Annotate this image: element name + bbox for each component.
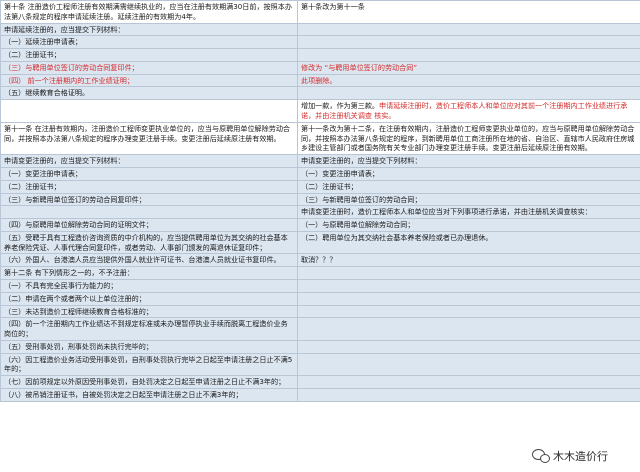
revised-clause-cell [297, 317, 640, 341]
original-clause-cell: （四）与原聘用单位解除劳动合同的证明文件； [0, 218, 298, 232]
table-row: （一）延续注册申请表； [0, 35, 640, 50]
original-clause-cell: 第十二条 有下列情形之一的，不予注册： [0, 266, 298, 280]
table-row: 申请变更注册时，造价工程师本人和单位应当对下列事项进行承诺，并由注册机关调查核实… [0, 205, 640, 220]
revised-clause-cell [297, 35, 640, 50]
table-row: （四）前一个注册期内工作业绩达不到规定标准或未办理暂停执业手续而脱离工程造价业务… [0, 317, 640, 341]
original-clause-cell: （三）与聘用单位签订的劳动合同复印件； [0, 60, 298, 75]
revised-clause-cell [297, 388, 640, 402]
table-row: 增加一款，作为第三款。申请延续注册时，造价工程师本人和单位应对其前一个注册期内工… [0, 99, 640, 123]
table-row: （三）未达到造价工程师继续教育合格标准的； [0, 304, 640, 319]
revised-clause-cell [297, 86, 640, 101]
revised-clause-cell: 修改为 “与聘用单位签订的劳动合同” [297, 60, 640, 75]
comparison-table: 第十条 注册造价工程师注册有效期满需继续执业的，应当在注册有效期满30日前，按照… [0, 0, 640, 402]
revised-clause-cell: 第十一条改为第十二条，在注册有效期内，注册造价工程师变更执业单位的，应当与原聘用… [297, 121, 640, 156]
original-clause-cell: （五）继续教育合格证明。 [0, 86, 298, 101]
original-clause-cell: 申请延续注册的，应当提交下列材料： [0, 22, 298, 37]
original-clause-cell: （三）与新聘用单位签订的劳动合同复印件； [0, 192, 298, 207]
revised-clause-cell [297, 291, 640, 306]
table-row: （七）因前项规定以外原因受刑事处罚，自处罚决定之日起至申请注册之日止不满3年的； [0, 375, 640, 389]
revised-clause-cell: 此项删除。 [297, 73, 640, 88]
revised-clause-cell: （一）变更注册申请表； [297, 166, 640, 181]
original-clause-cell: （六）外国人、台港澳人员应当提供外国人就业许可证书、台港澳人员就业证书复印件。 [0, 253, 298, 268]
table-row: （一）不具有完全民事行为能力的； [0, 278, 640, 293]
table-row: （四）与原聘用单位解除劳动合同的证明文件； （一）与原聘用单位解除劳动合同； [0, 218, 640, 232]
revised-clause-cell: （三）与新聘用单位签订的劳动合同； [297, 192, 640, 207]
original-clause-cell: （一）变更注册申请表； [0, 166, 298, 181]
table-row: （六）外国人、台港澳人员应当提供外国人就业许可证书、台港澳人员就业证书复印件。取… [0, 253, 640, 268]
original-clause-cell: （八）被吊销注册证书，自被处罚决定之日起至申请注册之日止不满3年的； [0, 388, 298, 402]
original-clause-cell: （二）申请在两个或者两个以上单位注册的； [0, 291, 298, 306]
revised-clause-cell [297, 22, 640, 37]
revised-clause-cell [297, 266, 640, 280]
original-clause-cell [0, 99, 298, 123]
revised-clause-cell [297, 339, 640, 354]
table-row: （二）注册证书； [0, 48, 640, 62]
revised-clause-cell: 申请变更注册的，应当提交下列材料： [297, 154, 640, 168]
revised-clause-cell: 增加一款，作为第三款。申请延续注册时，造价工程师本人和单位应对其前一个注册期内工… [297, 99, 640, 123]
table-row: 第十二条 有下列情形之一的，不予注册： [0, 266, 640, 280]
watermark: 木木造价行 [532, 448, 608, 464]
revised-clause-cell: 取消？？？ [297, 253, 640, 268]
revised-clause-cell [297, 48, 640, 62]
wechat-icon [532, 449, 550, 463]
original-clause-cell: （四）前一个注册期内工作业绩达不到规定标准或未办理暂停执业手续而脱离工程造价业务… [0, 317, 298, 341]
revised-clause-cell: （一）与原聘用单位解除劳动合同； [297, 218, 640, 232]
revised-clause-segment: 增加一款，作为第三款。 [301, 101, 380, 111]
table-row: 申请变更注册的，应当提交下列材料： 申请变更注册的，应当提交下列材料： [0, 154, 640, 168]
original-clause-cell: （一）延续注册申请表； [0, 35, 298, 50]
table-row: （三）与新聘用单位签订的劳动合同复印件； （三）与新聘用单位签订的劳动合同； [0, 192, 640, 207]
original-clause-cell: （二）注册证书； [0, 179, 298, 194]
original-clause-cell: 第十条 注册造价工程师注册有效期满需继续执业的，应当在注册有效期满30日前，按照… [0, 0, 298, 24]
revised-clause-cell [297, 278, 640, 293]
original-clause-cell: （六）因工程造价业务活动受刑事处罚，自刑事处罚执行完毕之日起至申请注册之日止不满… [0, 352, 298, 377]
original-clause-cell: （二）注册证书； [0, 48, 298, 62]
table-row: （五）继续教育合格证明。 [0, 86, 640, 101]
revised-clause-cell: 申请变更注册时，造价工程师本人和单位应当对下列事项进行承诺，并由注册机关调查核实… [297, 205, 640, 220]
table-row: （三）与聘用单位签订的劳动合同复印件； 修改为 “与聘用单位签订的劳动合同” [0, 60, 640, 75]
table-row: （二）注册证书； （二）注册证书； [0, 179, 640, 194]
table-row: （五）受刑事处罚，刑事处罚尚未执行完毕的； [0, 339, 640, 354]
revised-clause-cell: 第十条改为第十一条 [297, 0, 640, 24]
table-row: （八）被吊销注册证书，自被处罚决定之日起至申请注册之日止不满3年的； [0, 388, 640, 402]
table-row: 第十条 注册造价工程师注册有效期满需继续执业的，应当在注册有效期满30日前，按照… [0, 0, 640, 24]
table-row: （二）申请在两个或者两个以上单位注册的； [0, 291, 640, 306]
original-clause-cell: （七）因前项规定以外原因受刑事处罚，自处罚决定之日起至申请注册之日止不满3年的； [0, 375, 298, 389]
table-row: 申请延续注册的，应当提交下列材料： [0, 22, 640, 37]
revised-clause-cell: （二）注册证书； [297, 179, 640, 194]
revised-clause-cell [297, 352, 640, 377]
table-row: 第十一条 在注册有效期内，注册造价工程师变更执业单位的，应当与原聘用单位解除劳动… [0, 121, 640, 156]
watermark-text: 木木造价行 [553, 450, 608, 463]
table-row: （四） 前一个注册期内的工作业绩证明； 此项删除。 [0, 73, 640, 88]
original-clause-cell: （四） 前一个注册期内的工作业绩证明； [0, 73, 298, 88]
original-clause-cell: （五）受刑事处罚，刑事处罚尚未执行完毕的； [0, 339, 298, 354]
original-clause-cell: （三）未达到造价工程师继续教育合格标准的； [0, 304, 298, 319]
original-clause-cell: 第十一条 在注册有效期内，注册造价工程师变更执业单位的，应当与原聘用单位解除劳动… [0, 121, 298, 156]
original-clause-cell: 申请变更注册的，应当提交下列材料： [0, 154, 298, 168]
original-clause-cell: （一）不具有完全民事行为能力的； [0, 278, 298, 293]
revised-clause-cell: （二）聘用单位为其交纳社会基本养老保险或者已办理退休。 [297, 230, 640, 255]
original-clause-cell: （五）受聘于具有工程造价咨询资质的中介机构的，应当提供聘用单位为其交纳的社会基本… [0, 230, 298, 255]
table-row: （六）因工程造价业务活动受刑事处罚，自刑事处罚执行完毕之日起至申请注册之日止不满… [0, 352, 640, 377]
revised-clause-cell [297, 375, 640, 389]
original-clause-cell [0, 205, 298, 220]
table-row: （一）变更注册申请表； （一）变更注册申请表； [0, 166, 640, 181]
revised-clause-cell [297, 304, 640, 319]
table-row: （五）受聘于具有工程造价咨询资质的中介机构的，应当提供聘用单位为其交纳的社会基本… [0, 230, 640, 255]
